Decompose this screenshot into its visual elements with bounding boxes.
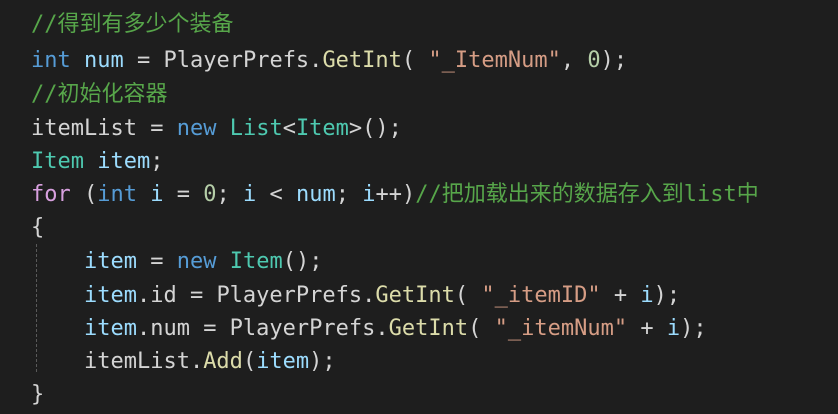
code-token-number: 0: [587, 48, 601, 73]
code-token-plain: =: [163, 182, 204, 207]
code-token-plain: .id = PlayerPrefs.: [136, 283, 376, 308]
code-token-plain: );: [600, 48, 628, 73]
code-token-plain: (: [454, 283, 482, 308]
code-token-keyword: int: [31, 48, 71, 73]
code-token-method: GetInt: [388, 316, 469, 341]
code-token-plain: <: [282, 116, 296, 141]
code-token-plain: >();: [348, 116, 402, 141]
code-token-plain: (: [468, 316, 495, 341]
code-token-comment: //得到有多少个装备: [31, 12, 234, 37]
code-token-plain: = PlayerPrefs.: [123, 48, 323, 73]
code-token-plain: +: [600, 283, 641, 308]
code-line[interactable]: itemList = new List<Item>();: [31, 112, 402, 145]
code-token-keyword: new: [176, 249, 217, 274]
code-line[interactable]: //得到有多少个装备: [31, 8, 234, 41]
code-token-type: List: [229, 116, 283, 141]
code-line[interactable]: for (int i = 0; i < num; i++)//把加载出来的数据存…: [31, 178, 759, 211]
code-token-plain: ,: [560, 48, 588, 73]
code-token-string: "_itemNum": [494, 316, 628, 341]
code-token-control: for: [31, 182, 71, 207]
code-token-method: Add: [203, 349, 243, 374]
code-token-plain: (: [242, 349, 257, 374]
code-token-var: num: [84, 48, 124, 73]
code-token-var: i: [666, 316, 681, 341]
code-line[interactable]: itemList.Add(item);: [31, 345, 336, 378]
code-token-type: Item: [295, 116, 349, 141]
code-token-var: item: [97, 149, 151, 174]
code-token-string: "_itemID": [481, 283, 601, 308]
code-token-var: i: [150, 182, 164, 207]
code-token-type: Item: [31, 149, 84, 174]
code-token-plain: );: [653, 283, 681, 308]
code-line[interactable]: item = new Item();: [31, 245, 322, 278]
code-token-keyword: new: [176, 116, 217, 141]
code-token-keyword: int: [97, 182, 137, 207]
code-editor[interactable]: //得到有多少个装备 int num = PlayerPrefs.GetInt( …: [0, 0, 838, 414]
code-token-number: 0: [203, 182, 217, 207]
code-line[interactable]: item.num = PlayerPrefs.GetInt( "_itemNum…: [31, 312, 707, 345]
code-token-plain: (: [401, 48, 429, 73]
code-token-plain: <: [256, 182, 296, 207]
code-token-plain: ;: [335, 182, 363, 207]
code-token-plain: );: [309, 349, 336, 374]
code-token-method: GetInt: [375, 283, 455, 308]
code-token-var: i: [243, 182, 257, 207]
code-token-var: item: [83, 316, 137, 341]
code-line[interactable]: //初始化容器: [31, 78, 168, 111]
code-token-plain: ++): [375, 182, 416, 207]
code-token-var: item: [83, 249, 137, 274]
code-token-plain: {: [31, 215, 45, 240]
code-token-plain: ;: [216, 182, 243, 207]
code-token-plain: itemList.: [31, 349, 204, 374]
code-line[interactable]: Item item;: [31, 145, 163, 178]
code-token-method: GetInt: [322, 48, 402, 73]
code-token-plain: }: [31, 382, 45, 407]
code-line[interactable]: }: [31, 378, 44, 411]
code-token-plain: +: [627, 316, 667, 341]
code-line[interactable]: item.id = PlayerPrefs.GetInt( "_itemID" …: [31, 279, 680, 312]
code-token-var: num: [296, 182, 336, 207]
code-token-comment: //把加载出来的数据存入到list中: [415, 182, 759, 207]
code-line[interactable]: {: [31, 211, 44, 244]
code-token-plain: .num = PlayerPrefs.: [136, 316, 389, 341]
code-token-var: item: [83, 283, 137, 308]
code-token-plain: =: [136, 249, 177, 274]
code-token-plain: itemList =: [31, 116, 177, 141]
code-token-var: i: [640, 283, 654, 308]
code-token-var: item: [256, 349, 310, 374]
code-token-plain: (: [70, 182, 98, 207]
code-line[interactable]: int num = PlayerPrefs.GetInt( "_ItemNum"…: [31, 44, 627, 77]
code-token-plain: ;: [150, 149, 164, 174]
code-token-plain: ();: [282, 249, 323, 274]
code-token-var: i: [362, 182, 376, 207]
code-token-string: "_ItemNum": [428, 48, 561, 73]
code-token-type: Item: [229, 249, 283, 274]
code-token-plain: );: [680, 316, 707, 341]
code-token-comment: //初始化容器: [31, 82, 168, 107]
